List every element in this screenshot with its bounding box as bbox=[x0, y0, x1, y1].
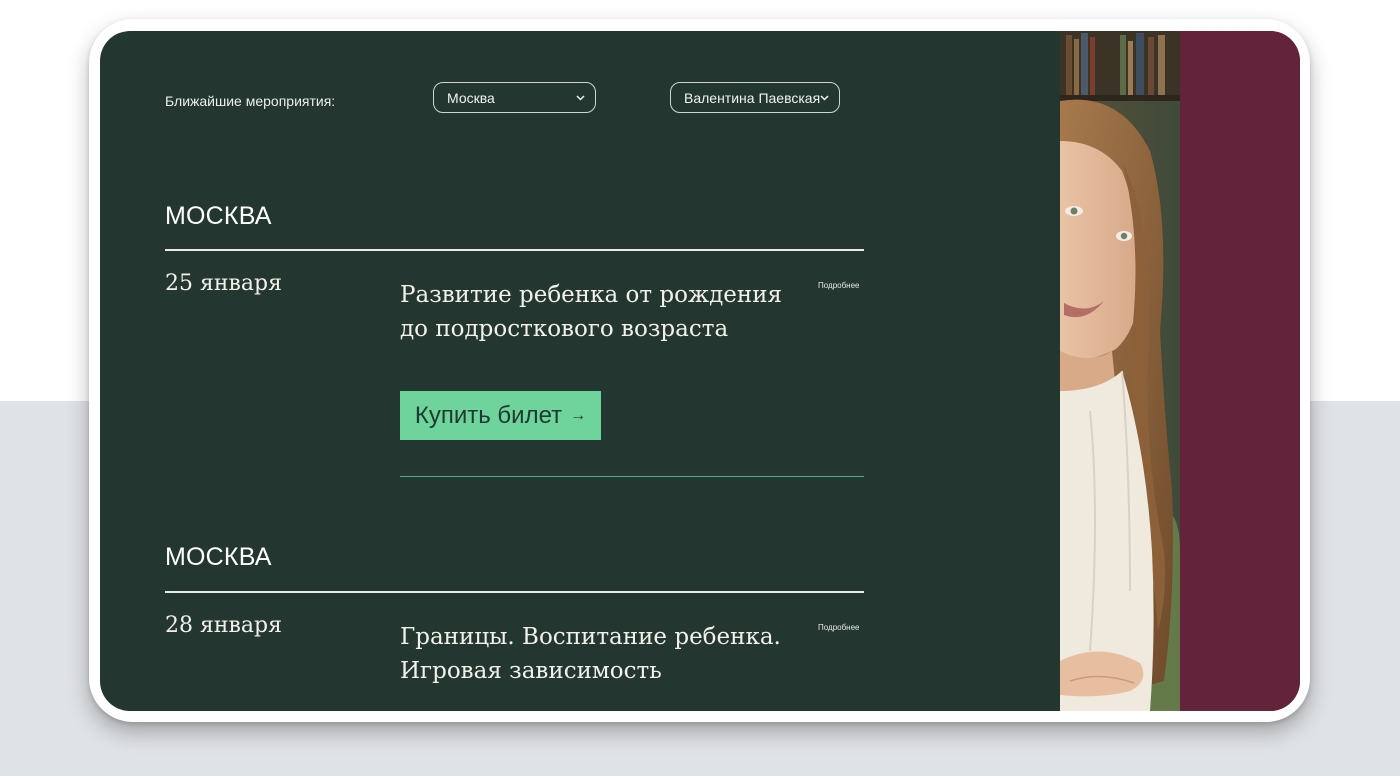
speaker-photo bbox=[1060, 31, 1180, 711]
event-title-line: Игровая зависимость bbox=[400, 658, 662, 684]
event-date: 28 января bbox=[165, 613, 282, 638]
divider bbox=[165, 591, 864, 593]
buy-ticket-button[interactable]: Купить билет → bbox=[400, 391, 601, 440]
chevron-down-icon bbox=[575, 92, 586, 103]
city-select[interactable]: Москва bbox=[433, 82, 596, 113]
divider bbox=[400, 476, 864, 477]
divider bbox=[165, 249, 864, 251]
buy-ticket-label: Купить билет bbox=[414, 401, 563, 429]
arrow-right-icon: → bbox=[570, 406, 587, 424]
event-title-line: Границы. Воспитание ребенка. bbox=[400, 624, 781, 650]
speaker-select[interactable]: Валентина Паевская bbox=[670, 82, 840, 113]
event-title[interactable]: Развитие ребенка от рождения до подростк… bbox=[400, 278, 800, 346]
chevron-down-icon bbox=[819, 92, 830, 103]
page-background-edge bbox=[0, 776, 1400, 781]
maroon-side-panel bbox=[1180, 31, 1300, 711]
speaker-select-value: Валентина Паевская bbox=[684, 89, 821, 106]
event-title-line: до подросткового возраста bbox=[400, 316, 729, 342]
details-link[interactable]: Подробнее bbox=[818, 281, 860, 290]
filter-label: Ближайшие мероприятия: bbox=[165, 93, 336, 109]
event-title-line: Развитие ребенка от рождения bbox=[400, 282, 783, 308]
event-date: 25 января bbox=[165, 271, 282, 296]
event-city-heading: МОСКВА bbox=[165, 543, 272, 571]
details-link[interactable]: Подробнее bbox=[818, 623, 860, 632]
event-city-heading: МОСКВА bbox=[165, 202, 272, 230]
city-select-value: Москва bbox=[447, 89, 495, 106]
event-title[interactable]: Границы. Воспитание ребенка. Игровая зав… bbox=[400, 620, 800, 688]
events-screen: Ближайшие мероприятия: Москва Валентина … bbox=[100, 31, 1300, 711]
